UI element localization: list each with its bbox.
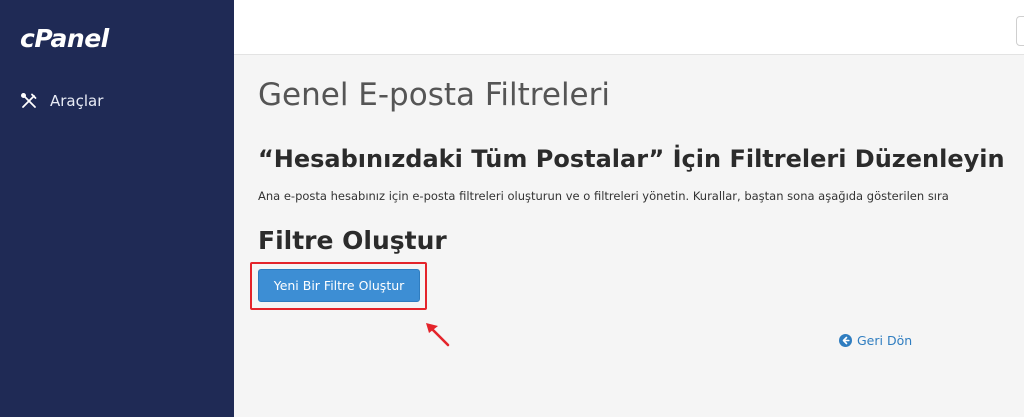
cpanel-window: cPanel Araçlar Genel E-posta Filtreleri … <box>0 0 1024 417</box>
sidebar: cPanel Araçlar <box>0 0 234 417</box>
back-link-label: Geri Dön <box>857 333 913 348</box>
main-content: Genel E-posta Filtreleri “Hesabınızdaki … <box>234 55 1024 417</box>
tools-icon <box>20 92 38 110</box>
sidebar-item-label: Araçlar <box>50 92 104 110</box>
create-filter-heading: Filtre Oluştur <box>258 226 447 255</box>
arrow-circle-left-icon <box>839 334 852 347</box>
back-link[interactable]: Geri Dön <box>839 333 912 348</box>
description-text: Ana e-posta hesabınız için e-posta filtr… <box>258 189 949 203</box>
cpanel-logo[interactable]: cPanel <box>20 24 109 53</box>
header-search-box[interactable] <box>1016 16 1024 46</box>
sidebar-item-tools[interactable]: Araçlar <box>20 90 103 112</box>
section-heading: “Hesabınızdaki Tüm Postalar” İçin Filtre… <box>258 145 1005 173</box>
red-arrow-icon <box>422 317 458 353</box>
page-title: Genel E-posta Filtreleri <box>258 77 610 113</box>
top-header <box>234 0 1024 55</box>
create-new-filter-button[interactable]: Yeni Bir Filtre Oluştur <box>258 269 420 302</box>
